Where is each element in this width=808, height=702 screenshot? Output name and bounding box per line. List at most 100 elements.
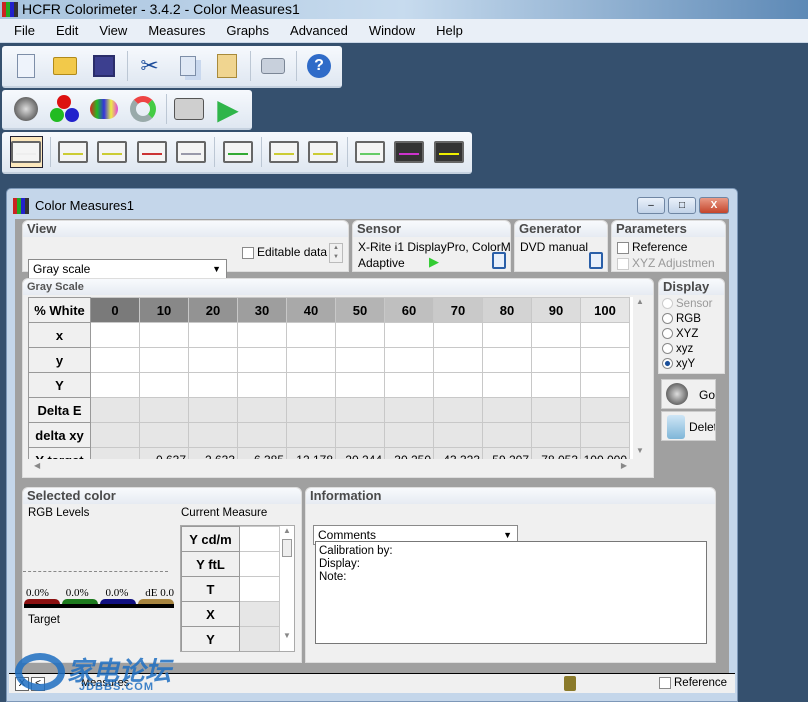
table-cell[interactable]: 6.385	[237, 447, 287, 459]
menu-edit[interactable]: Edit	[56, 23, 78, 38]
table-cell[interactable]	[90, 447, 140, 459]
column-header[interactable]: 60	[384, 297, 434, 323]
table-cell[interactable]: 12.178	[286, 447, 336, 459]
measure-all-icon[interactable]	[127, 93, 159, 125]
table-cell[interactable]: 20.244	[335, 447, 385, 459]
table-cell[interactable]	[580, 397, 630, 423]
vertical-scrollbar[interactable]: ▲ ▼	[633, 297, 647, 459]
display-option-rgb[interactable]: RGB	[662, 312, 721, 327]
comments-textarea[interactable]: Calibration by: Display: Note:	[315, 541, 707, 644]
table-cell[interactable]	[384, 422, 434, 448]
table-cell[interactable]	[90, 422, 140, 448]
menu-file[interactable]: File	[14, 23, 35, 38]
measure-primaries-icon[interactable]	[49, 93, 81, 125]
table-cell[interactable]	[482, 322, 532, 348]
table-cell[interactable]	[335, 322, 385, 348]
table-cell[interactable]	[433, 397, 483, 423]
table-cell[interactable]	[335, 347, 385, 373]
sensor-config-icon[interactable]	[492, 252, 506, 269]
table-cell[interactable]	[335, 372, 385, 398]
table-cell[interactable]	[580, 322, 630, 348]
xyz-adjust-checkbox[interactable]: XYZ Adjustmen	[617, 256, 715, 270]
saturation-shift-graph-icon[interactable]	[433, 136, 465, 168]
print-icon[interactable]	[257, 50, 289, 82]
table-cell[interactable]	[237, 372, 287, 398]
table-cell[interactable]	[90, 397, 140, 423]
table-cell[interactable]	[531, 322, 581, 348]
table-cell[interactable]	[237, 397, 287, 423]
table-cell[interactable]	[286, 397, 336, 423]
cie-chart-icon[interactable]	[221, 136, 253, 168]
table-cell[interactable]	[531, 397, 581, 423]
column-header[interactable]: 10	[139, 297, 189, 323]
new-file-icon[interactable]	[10, 50, 42, 82]
table-cell[interactable]	[188, 322, 238, 348]
menu-window[interactable]: Window	[369, 23, 415, 38]
menu-measures[interactable]: Measures	[148, 23, 205, 38]
save-icon[interactable]	[88, 50, 120, 82]
table-cell[interactable]	[139, 372, 189, 398]
column-header[interactable]: 0	[90, 297, 140, 323]
delete-button[interactable]: Delet	[661, 411, 716, 441]
generator-config-icon[interactable]	[589, 252, 603, 269]
measures-view-icon[interactable]	[10, 136, 43, 168]
minimize-button[interactable]: –	[637, 197, 665, 214]
column-header[interactable]: 30	[237, 297, 287, 323]
measure-gray-icon[interactable]	[10, 93, 42, 125]
luminance-graph-icon[interactable]	[96, 136, 128, 168]
table-cell[interactable]	[482, 372, 532, 398]
spin-button[interactable]: ▲ ▼	[329, 243, 343, 263]
table-cell[interactable]	[482, 422, 532, 448]
table-cell[interactable]	[384, 397, 434, 423]
column-header[interactable]: 80	[482, 297, 532, 323]
table-cell[interactable]	[433, 322, 483, 348]
measure-secondaries-icon[interactable]	[88, 93, 120, 125]
table-cell[interactable]	[286, 322, 336, 348]
display-option-xyz[interactable]: xyz	[662, 342, 721, 357]
column-header[interactable]: 90	[531, 297, 581, 323]
menu-view[interactable]: View	[99, 23, 127, 38]
table-cell[interactable]: 2.633	[188, 447, 238, 459]
display-option-xyz[interactable]: XYZ	[662, 327, 721, 342]
menu-advanced[interactable]: Advanced	[290, 23, 348, 38]
menu-graphs[interactable]: Graphs	[226, 23, 269, 38]
editable-data-checkbox[interactable]: Editable data	[242, 245, 327, 259]
reference-checkbox[interactable]: Reference	[617, 240, 687, 254]
table-cell[interactable]	[188, 347, 238, 373]
table-cell[interactable]	[188, 422, 238, 448]
restore-button[interactable]: □	[668, 197, 696, 214]
table-cell[interactable]	[90, 347, 140, 373]
color-temp-graph-icon[interactable]	[268, 136, 300, 168]
table-cell[interactable]	[482, 347, 532, 373]
table-cell[interactable]	[580, 372, 630, 398]
table-cell[interactable]	[531, 422, 581, 448]
horizontal-scrollbar[interactable]: ◀ ▶	[28, 459, 633, 473]
table-cell[interactable]	[384, 347, 434, 373]
cut-icon[interactable]: ✂	[134, 50, 166, 82]
column-header[interactable]: 100	[580, 297, 630, 323]
table-cell[interactable]	[188, 372, 238, 398]
table-cell[interactable]	[286, 347, 336, 373]
gamma-graph-icon[interactable]	[57, 136, 89, 168]
table-cell[interactable]	[433, 347, 483, 373]
table-cell[interactable]	[433, 372, 483, 398]
table-cell[interactable]	[237, 347, 287, 373]
table-cell[interactable]	[237, 422, 287, 448]
close-button[interactable]: X	[699, 197, 729, 214]
table-cell[interactable]	[531, 372, 581, 398]
menu-help[interactable]: Help	[436, 23, 463, 38]
display-option-sensor[interactable]: Sensor	[662, 297, 721, 312]
near-black-graph-icon[interactable]	[307, 136, 339, 168]
table-cell[interactable]	[139, 397, 189, 423]
play-icon[interactable]: ▶	[212, 93, 244, 125]
sensor-play-icon[interactable]: ▶	[429, 254, 439, 270]
table-cell[interactable]	[433, 422, 483, 448]
help-icon[interactable]: ?	[303, 50, 335, 82]
table-cell[interactable]: 0.637	[139, 447, 189, 459]
copy-icon[interactable]	[173, 50, 205, 82]
table-cell[interactable]	[188, 397, 238, 423]
status-reference-checkbox[interactable]: Reference	[659, 677, 727, 689]
table-cell[interactable]: 59.207	[482, 447, 532, 459]
rgb-levels-graph-icon[interactable]	[135, 136, 167, 168]
table-cell[interactable]	[90, 322, 140, 348]
